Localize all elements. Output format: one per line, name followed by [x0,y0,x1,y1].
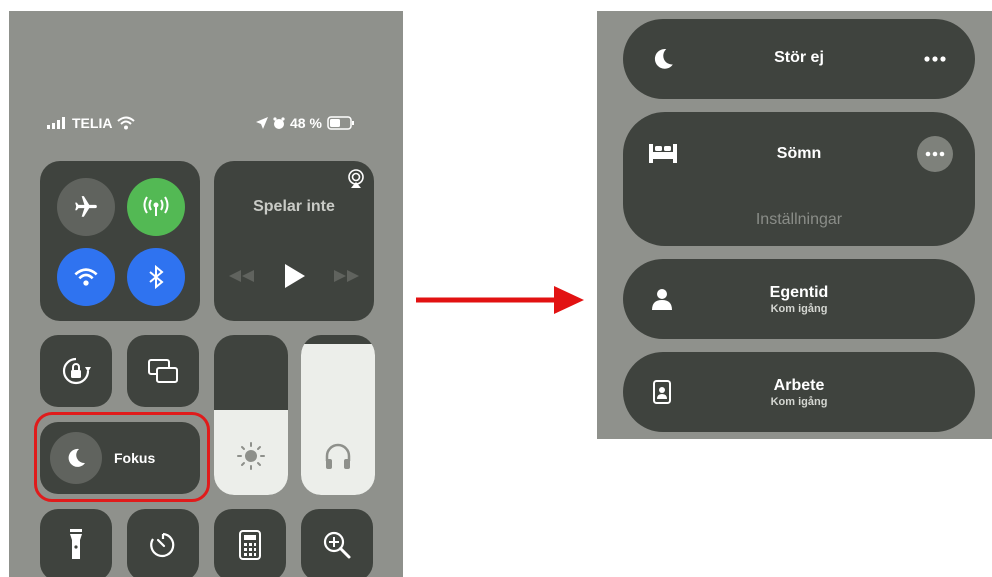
screen-mirroring-button[interactable] [127,335,199,407]
rotation-lock-icon [62,357,91,385]
media-player-tile[interactable]: Spelar inte [214,161,374,321]
battery-icon [327,116,354,130]
airplane-mode-button[interactable] [57,178,115,236]
rewind-icon[interactable] [229,270,255,282]
focus-mode-sleep[interactable]: Sömn Inställningar [623,112,975,246]
signal-icon [47,117,65,129]
antenna-icon [143,196,169,216]
focus-mode-subtitle: Kom igång [770,303,828,315]
control-center-screenshot: TELIA 48 % Spelar inte Fokus [9,11,403,577]
flashlight-button[interactable] [40,509,112,577]
focus-mode-work[interactable]: Arbete Kom igång [623,352,975,432]
connectivity-tile [40,161,200,321]
sleep-settings-link[interactable]: Inställningar [623,211,975,229]
carrier-name: TELIA [72,115,113,131]
timer-button[interactable] [127,509,199,577]
wifi-icon [74,268,98,286]
magnifier-button[interactable] [301,509,373,577]
volume-slider[interactable] [301,335,375,495]
timer-icon [150,532,175,558]
focus-mode-title: Arbete [773,377,825,394]
focus-mode-title: Egentid [769,284,829,301]
airplane-icon [75,196,97,217]
battery-percentage: 48 % [290,115,322,131]
focus-mode-subtitle: Kom igång [770,396,828,408]
bluetooth-icon [149,265,164,289]
brightness-slider[interactable] [214,335,288,495]
wifi-status-icon [117,116,136,130]
calculator-icon [239,530,261,560]
flashlight-icon [70,529,82,559]
more-options-button[interactable] [917,136,953,172]
location-icon [256,117,268,129]
focus-highlight-box [34,412,210,502]
sun-icon [237,442,265,470]
more-options-icon [925,151,945,157]
calculator-button[interactable] [214,509,286,577]
bluetooth-button[interactable] [127,248,185,306]
screen-mirroring-icon [148,359,178,383]
alarm-icon [273,116,285,129]
fast-forward-icon[interactable] [334,270,360,282]
play-icon[interactable] [285,264,305,288]
volume-slider-fill [301,344,375,495]
now-playing-title: Spelar inte [253,198,335,215]
orientation-lock-button[interactable] [40,335,112,407]
focus-menu-screenshot: Stör ej Sömn Inställningar Egentid Kom i… [597,11,992,439]
status-bar-right: 48 % [256,115,355,131]
magnifier-icon [323,531,351,559]
focus-mode-personal[interactable]: Egentid Kom igång [623,259,975,339]
wifi-button[interactable] [57,248,115,306]
status-bar-left: TELIA [47,115,136,131]
transition-arrow [416,286,584,314]
cellular-data-button[interactable] [127,178,185,236]
headphones-icon [325,443,351,469]
focus-mode-do-not-disturb[interactable]: Stör ej [623,19,975,99]
airplay-icon[interactable] [346,169,366,189]
more-options-icon[interactable] [923,55,947,63]
